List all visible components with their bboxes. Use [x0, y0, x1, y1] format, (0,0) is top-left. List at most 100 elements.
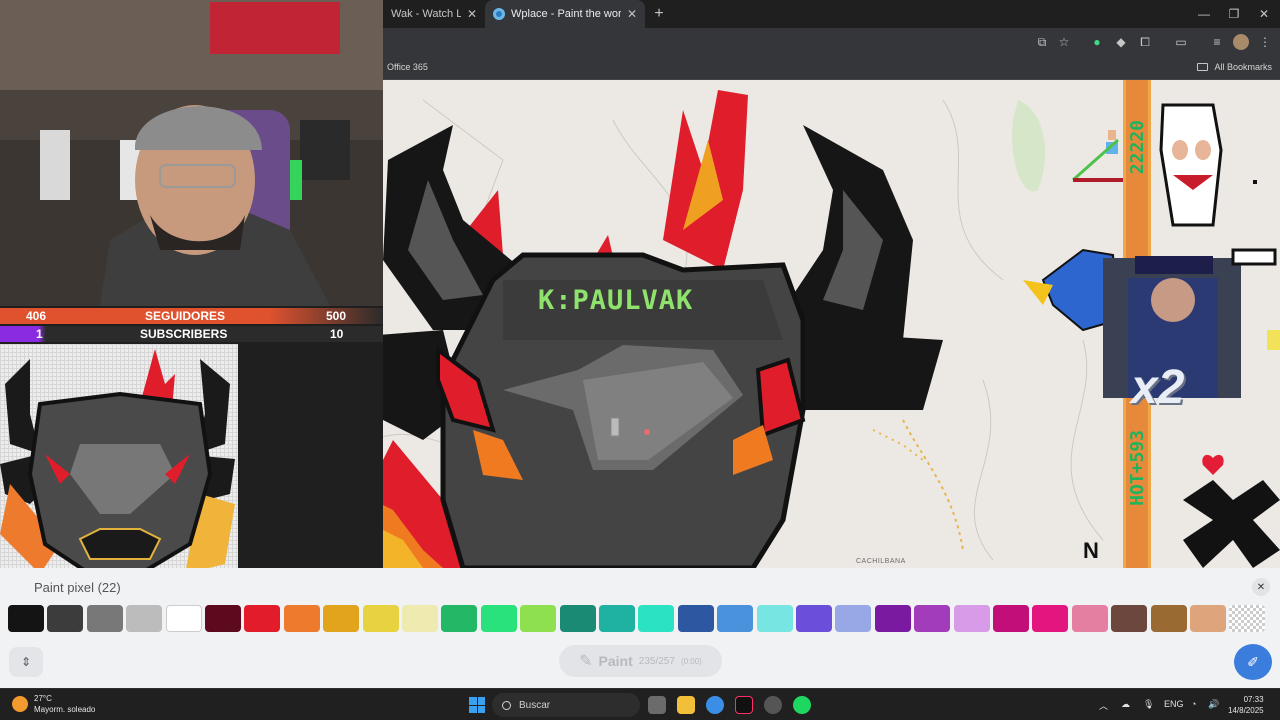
color-swatch[interactable] — [1032, 605, 1069, 632]
color-swatch[interactable] — [1190, 605, 1226, 632]
system-clock[interactable]: 07:33 14/8/2025 — [1228, 694, 1264, 716]
tab-wplace[interactable]: Wplace - Paint the world ✕ — [485, 0, 645, 28]
eraser-fab-button[interactable]: ✐ — [1234, 644, 1272, 680]
bookmark-star-icon[interactable]: ☆ — [1056, 34, 1072, 50]
color-swatch[interactable] — [47, 605, 84, 632]
tray-chevron-icon[interactable]: ︿ — [1099, 699, 1108, 712]
tab-wak-watch-live[interactable]: Wak - Watch Live on ✕ — [383, 0, 485, 28]
wplace-canvas[interactable]: K:PAULVAK 22220 HOT+593 x2 N IL CACHILBA… — [383, 80, 1280, 568]
color-swatch[interactable] — [1071, 605, 1108, 632]
microphone-icon[interactable]: 🎙 — [1143, 699, 1154, 710]
speaker-icon[interactable]: 🔊 — [1208, 699, 1219, 710]
weather-widget[interactable]: 27°C Mayorm. soleado — [12, 693, 95, 715]
reading-list-icon[interactable]: ≡ — [1209, 34, 1225, 50]
tab-strip: Wak - Watch Live on ✕ Wplace - Paint the… — [383, 0, 1280, 28]
restore-button[interactable]: ❐ — [1218, 0, 1250, 28]
followers-bar: 406 SEGUIDORES 500 — [0, 308, 383, 324]
color-swatch[interactable] — [953, 605, 990, 632]
paint-panel: Paint pixel (22) ✕ ⇕ ✎ Paint 235/257 (0:… — [0, 568, 1280, 688]
screen: K:PAULVAK 22220 HOT+593 x2 N IL CACHILBA… — [0, 0, 1280, 720]
install-app-icon[interactable]: ⧉ — [1034, 34, 1050, 50]
color-swatch[interactable] — [559, 605, 596, 632]
webcam-overlay — [0, 0, 383, 306]
paint-button[interactable]: ✎ Paint 235/257 (0:00) — [559, 645, 722, 677]
color-swatch[interactable] — [756, 605, 793, 632]
tab-search-icon[interactable]: ▭ — [1173, 34, 1189, 50]
color-swatch[interactable] — [520, 605, 557, 632]
reference-template-preview — [0, 344, 238, 586]
browser-toolbar: ⧉ ☆ ● ◆ ⧠ ▭ ≡ ⋮ — [383, 28, 1280, 56]
wifi-icon[interactable]: ◔ — [1191, 699, 1196, 709]
bookmarks-bar: Office 365 All Bookmarks — [383, 56, 1280, 80]
color-swatch[interactable] — [874, 605, 911, 632]
followers-goal: 500 — [326, 309, 347, 323]
clock-time: 07:33 — [1243, 695, 1264, 704]
color-swatch[interactable] — [677, 605, 714, 632]
color-swatch[interactable] — [914, 605, 951, 632]
grammarly-extension-icon[interactable]: ● — [1089, 34, 1105, 50]
close-tab-icon[interactable]: ✕ — [627, 7, 637, 21]
color-swatch[interactable] — [165, 605, 202, 632]
expand-panel-button[interactable]: ⇕ — [9, 647, 43, 677]
color-swatch[interactable] — [244, 605, 281, 632]
color-swatch[interactable] — [283, 605, 320, 632]
color-swatch[interactable] — [638, 605, 675, 632]
windows-start-icon[interactable] — [469, 697, 485, 713]
paint-panel-title: Paint pixel (22) — [34, 580, 121, 595]
tab-title: Wplace - Paint the world — [511, 8, 621, 20]
color-swatch[interactable] — [1150, 605, 1187, 632]
task-view-icon[interactable] — [648, 696, 666, 714]
menu-kebab-icon[interactable]: ⋮ — [1257, 34, 1273, 50]
bull-logo-template — [0, 349, 235, 576]
color-swatch[interactable] — [205, 605, 241, 632]
onedrive-cloud-icon[interactable]: ☁ — [1121, 699, 1130, 710]
all-bookmarks-button[interactable]: All Bookmarks — [1197, 62, 1272, 72]
color-swatch[interactable] — [796, 605, 832, 632]
x2-badge: x2 — [1131, 361, 1185, 414]
subscribers-label: SUBSCRIBERS — [140, 327, 228, 341]
paint-timer: (0:00) — [680, 656, 702, 666]
all-bookmarks-label: All Bookmarks — [1214, 62, 1272, 72]
color-swatch[interactable] — [86, 605, 123, 632]
color-swatch[interactable] — [480, 605, 517, 632]
tiktok-icon[interactable] — [735, 696, 753, 714]
subscribers-bar: 1 SUBSCRIBERS 10 — [0, 326, 383, 342]
new-tab-button[interactable]: + — [645, 0, 673, 28]
paint-charges: 235/257 — [638, 655, 675, 667]
file-explorer-icon[interactable] — [677, 696, 695, 714]
settings-gear-icon[interactable] — [764, 696, 782, 714]
chrome-icon[interactable] — [706, 696, 724, 714]
windows-taskbar: 27°C Mayorm. soleado Buscar ︿ ☁ 🎙 ENG ◔ … — [0, 688, 1280, 720]
profile-avatar-icon[interactable] — [1233, 34, 1249, 50]
minimize-button[interactable]: — — [1188, 0, 1220, 28]
eraser-icon: ✐ — [1247, 653, 1259, 670]
n-label: N — [1083, 538, 1099, 563]
bookmark-office-365[interactable]: Office 365 — [387, 62, 428, 72]
color-swatch[interactable] — [1111, 605, 1148, 632]
color-swatch[interactable] — [8, 605, 44, 632]
close-window-button[interactable]: ✕ — [1248, 0, 1280, 28]
subscribers-goal: 10 — [330, 327, 344, 341]
color-swatch[interactable] — [1229, 605, 1266, 632]
vertical-tag: 22220 — [1127, 120, 1148, 175]
color-swatch[interactable] — [599, 605, 635, 632]
taskbar-search[interactable]: Buscar — [492, 693, 640, 717]
clock-date: 14/8/2025 — [1228, 706, 1264, 715]
spotify-icon[interactable] — [793, 696, 811, 714]
weather-desc: Mayorm. soleado — [34, 705, 96, 714]
extension-icon[interactable]: ◆ — [1113, 34, 1129, 50]
color-swatch[interactable] — [717, 605, 754, 632]
color-swatch[interactable] — [402, 605, 438, 632]
folder-icon — [1197, 63, 1209, 71]
search-placeholder: Buscar — [519, 699, 551, 711]
language-indicator[interactable]: ENG — [1164, 699, 1184, 709]
color-swatch[interactable] — [441, 605, 478, 632]
color-swatch[interactable] — [362, 605, 399, 632]
extensions-puzzle-icon[interactable]: ⧠ — [1137, 34, 1153, 50]
close-panel-button[interactable]: ✕ — [1252, 578, 1270, 596]
color-swatch[interactable] — [126, 605, 163, 632]
close-tab-icon[interactable]: ✕ — [467, 7, 477, 21]
color-swatch[interactable] — [835, 605, 872, 632]
color-swatch[interactable] — [993, 605, 1029, 632]
color-swatch[interactable] — [323, 605, 360, 632]
